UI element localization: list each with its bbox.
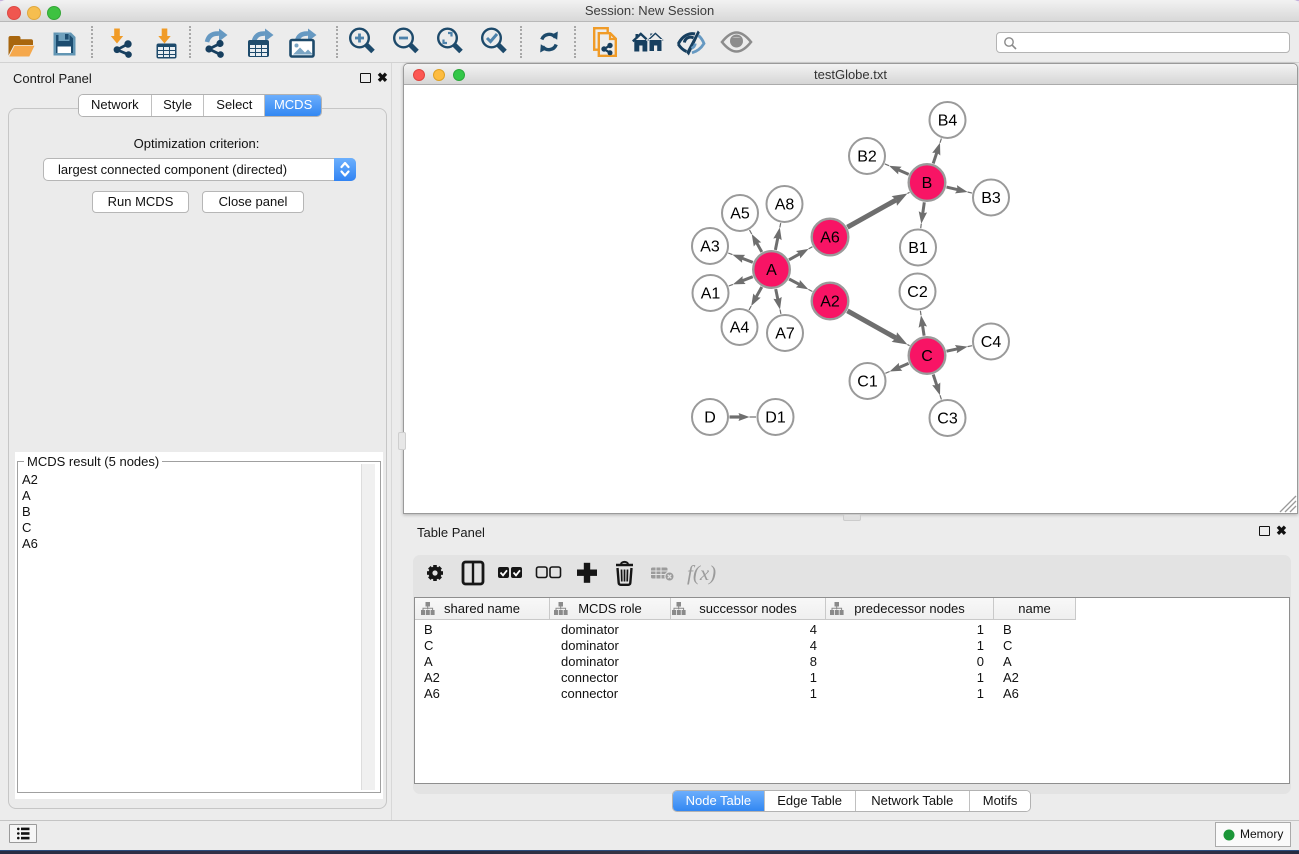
svg-text:C3: C3 <box>937 411 958 428</box>
svg-text:B2: B2 <box>857 149 877 166</box>
svg-text:C: C <box>921 348 933 365</box>
svg-text:A7: A7 <box>775 326 795 343</box>
svg-text:A2: A2 <box>820 294 840 311</box>
svg-text:A3: A3 <box>700 239 720 256</box>
svg-text:A1: A1 <box>701 286 721 303</box>
svg-text:B4: B4 <box>938 113 958 130</box>
svg-text:C1: C1 <box>857 374 878 391</box>
svg-text:C4: C4 <box>981 334 1002 351</box>
svg-text:D1: D1 <box>765 410 786 427</box>
svg-text:A4: A4 <box>730 320 750 337</box>
svg-text:A8: A8 <box>775 197 795 214</box>
svg-text:A5: A5 <box>730 206 750 223</box>
svg-text:B1: B1 <box>908 240 928 257</box>
svg-text:A: A <box>766 262 777 279</box>
svg-text:D: D <box>704 410 716 427</box>
svg-text:B: B <box>922 175 933 192</box>
svg-text:f(x): f(x) <box>687 561 716 585</box>
svg-text:C2: C2 <box>907 284 928 301</box>
svg-text:A6: A6 <box>820 230 840 247</box>
svg-text:B3: B3 <box>981 190 1001 207</box>
